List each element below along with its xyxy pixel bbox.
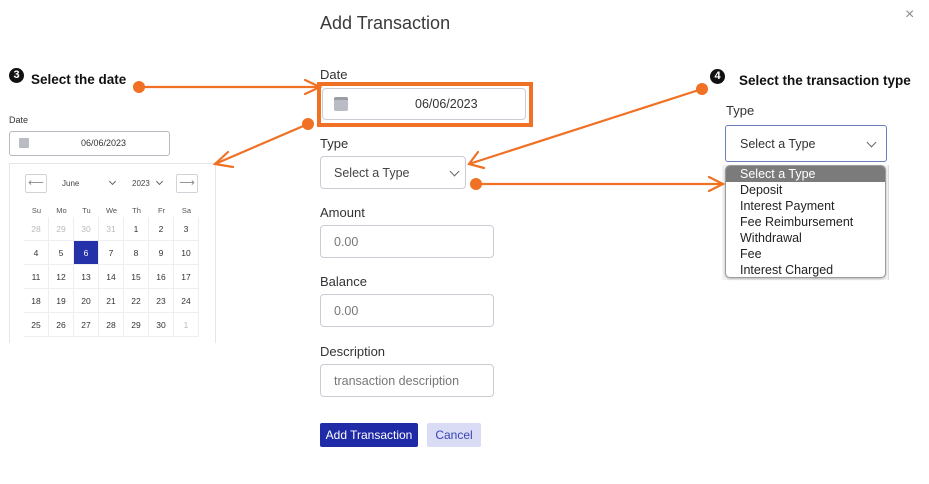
arrow-to-calendar xyxy=(213,122,310,166)
arrow-dot xyxy=(133,81,145,93)
annotation-arrows xyxy=(133,78,726,193)
arrow-dot xyxy=(470,178,482,190)
arrow-dot xyxy=(696,83,708,95)
arrow-dot xyxy=(302,118,314,130)
arrow-to-type-select xyxy=(467,87,704,166)
